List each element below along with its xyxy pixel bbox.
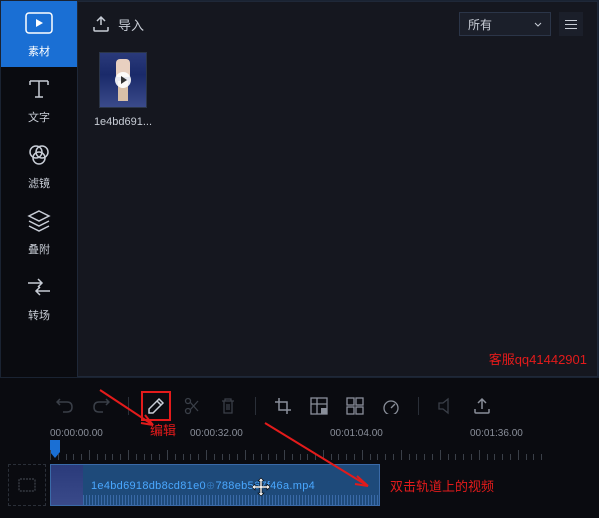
split-button[interactable]	[177, 391, 207, 421]
video-track: 1e4bd6918db8cd81e0⊕788eb567f46a.mp4 双击轨道…	[8, 464, 591, 506]
ruler-label: 00:01:04.00	[330, 428, 383, 439]
track-head[interactable]	[8, 464, 46, 506]
media-panel-header: 导入 所有	[78, 2, 597, 46]
undo-button[interactable]	[50, 391, 80, 421]
timeline-toolbar: 编辑	[0, 386, 599, 426]
clip-name: 1e4bd691...	[94, 116, 152, 128]
sidebar-item-label: 文字	[28, 109, 50, 125]
dropdown-selected: 所有	[468, 16, 492, 33]
list-view-button[interactable]	[559, 12, 583, 36]
transition-icon	[25, 273, 53, 301]
import-button[interactable]: 导入	[92, 15, 144, 34]
toolbar-separator	[128, 397, 129, 415]
waveform	[83, 495, 379, 505]
overlay-icon	[25, 207, 53, 235]
top-area: 素材 文字 滤镜 叠附 转场	[0, 0, 599, 378]
timeline: 00:00:00.00 00:00:32.00 00:01:04.00 00:0…	[0, 426, 599, 514]
ruler-label: 00:00:00.00	[50, 428, 103, 439]
sidebar-item-label: 叠附	[28, 241, 50, 257]
timeline-clip[interactable]: 1e4bd6918db8cd81e0⊕788eb567f46a.mp4	[50, 464, 380, 506]
freeze-button[interactable]	[340, 391, 370, 421]
toolbar-separator	[255, 397, 256, 415]
timeline-clip-filename: 1e4bd6918db8cd81e0⊕788eb567f46a.mp4	[83, 479, 315, 492]
sidebar-item-label: 滤镜	[28, 175, 50, 191]
double-click-annotation: 双击轨道上的视频	[390, 476, 494, 495]
delete-button[interactable]	[213, 391, 243, 421]
media-panel-body: 1e4bd691...	[78, 46, 597, 134]
media-clip[interactable]: 1e4bd691...	[92, 52, 154, 128]
import-label: 导入	[118, 15, 144, 34]
export-button[interactable]	[467, 391, 497, 421]
header-right: 所有	[459, 12, 583, 36]
timeline-clip-thumb	[51, 464, 83, 506]
timeline-ruler[interactable]: 00:00:00.00 00:00:32.00 00:01:04.00 00:0…	[50, 426, 549, 460]
edit-button[interactable]	[141, 391, 171, 421]
audio-button[interactable]	[431, 391, 461, 421]
media-panel: 导入 所有 1e4bd691...	[77, 1, 598, 377]
sidebar-item-label: 素材	[28, 43, 50, 59]
sidebar: 素材 文字 滤镜 叠附 转场	[1, 1, 77, 377]
redo-button[interactable]	[86, 391, 116, 421]
media-icon	[25, 9, 53, 37]
filter-dropdown[interactable]: 所有	[459, 12, 551, 36]
speed-button[interactable]	[376, 391, 406, 421]
sidebar-item-label: 转场	[28, 307, 50, 323]
sidebar-item-text[interactable]: 文字	[1, 67, 77, 133]
chevron-down-icon	[534, 22, 542, 27]
play-overlay-icon	[115, 72, 131, 88]
import-icon	[92, 15, 110, 33]
sidebar-item-filter[interactable]: 滤镜	[1, 133, 77, 199]
clip-thumbnail	[99, 52, 147, 108]
filter-icon	[25, 141, 53, 169]
ruler-ticks	[50, 448, 549, 460]
watermark-text: 客服qq41442901	[489, 349, 587, 368]
text-icon	[25, 75, 53, 103]
ruler-label: 00:00:32.00	[190, 428, 243, 439]
crop-button[interactable]	[268, 391, 298, 421]
sidebar-item-media[interactable]: 素材	[1, 1, 77, 67]
sidebar-item-transition[interactable]: 转场	[1, 265, 77, 331]
ruler-label: 00:01:36.00	[470, 428, 523, 439]
sidebar-item-overlay[interactable]: 叠附	[1, 199, 77, 265]
mosaic-button[interactable]	[304, 391, 334, 421]
toolbar-separator	[418, 397, 419, 415]
